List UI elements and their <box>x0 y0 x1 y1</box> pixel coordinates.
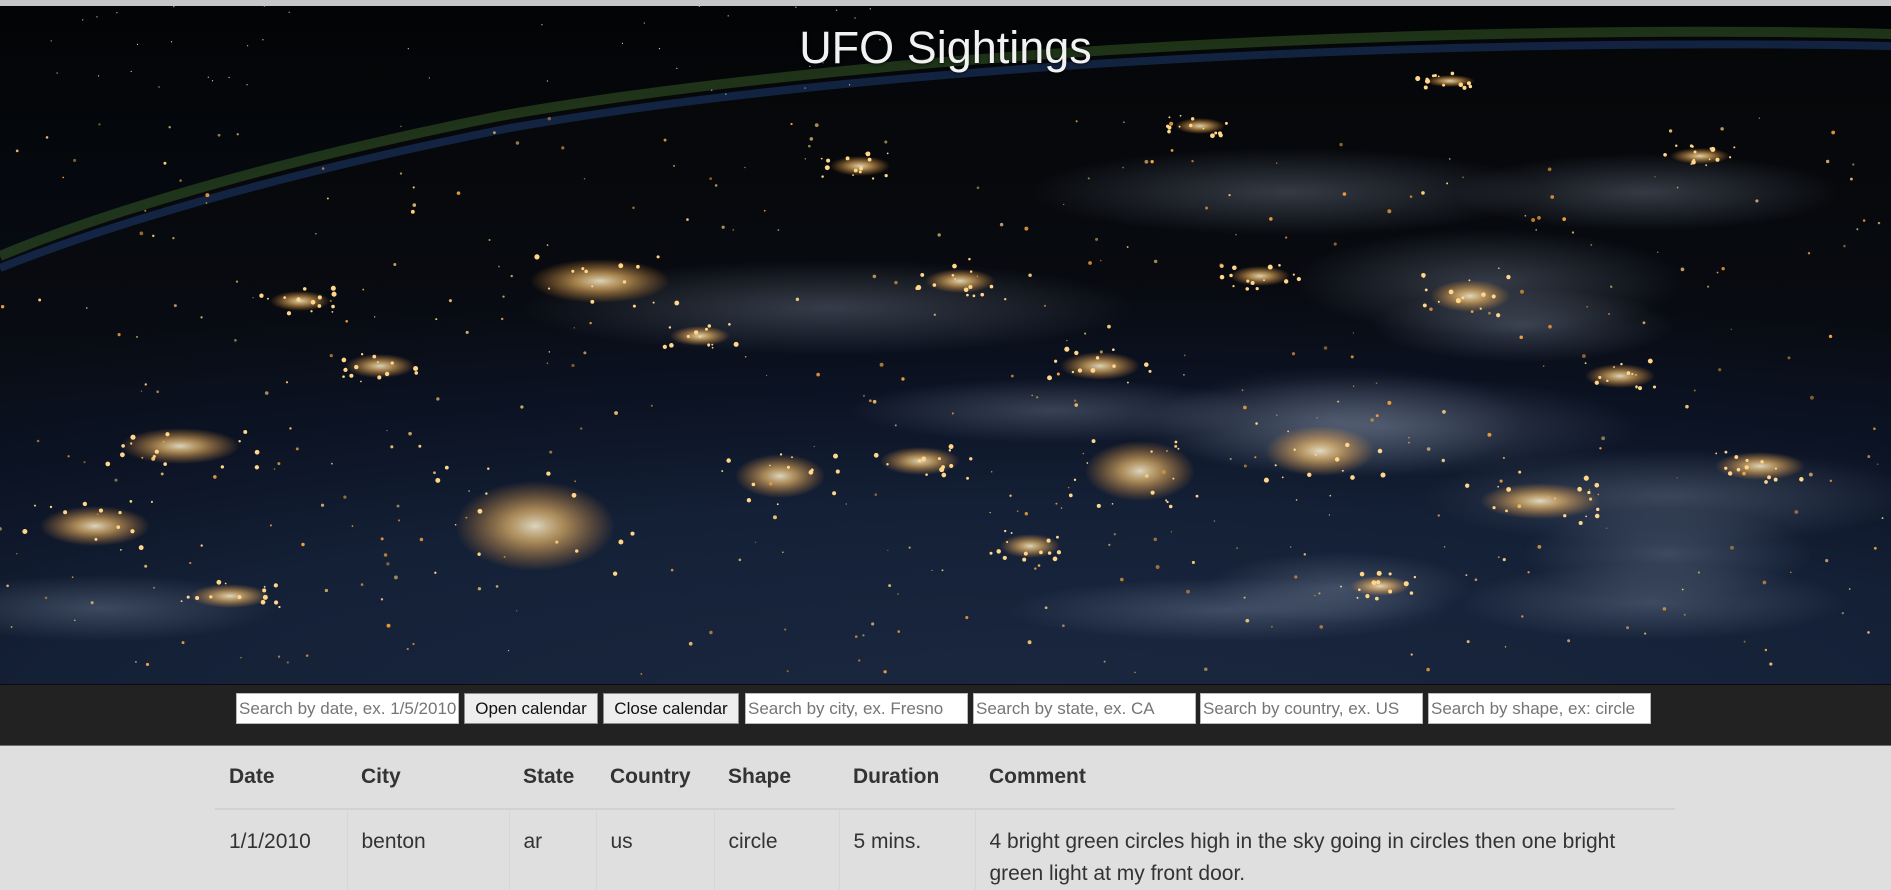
close-calendar-button[interactable]: Close calendar <box>603 693 739 724</box>
state-search-input[interactable] <box>973 693 1196 724</box>
column-header-shape[interactable]: Shape <box>714 746 839 810</box>
table-row: 1/1/2010 benton ar us circle 5 mins. 4 b… <box>215 809 1675 890</box>
shape-search-input[interactable] <box>1428 693 1651 724</box>
filter-toolbar: Open calendar Close calendar <box>0 684 1891 746</box>
earth-at-night-image <box>0 6 1891 675</box>
column-header-state[interactable]: State <box>509 746 596 810</box>
cell-duration: 5 mins. <box>838 809 975 890</box>
sightings-table: Date City State Country Shape Duration C… <box>215 746 1675 890</box>
cell-country: us <box>595 809 714 890</box>
cell-shape: circle <box>713 809 839 890</box>
cell-city: benton <box>346 809 509 890</box>
column-header-country[interactable]: Country <box>596 746 714 810</box>
page-title: UFO Sightings <box>799 22 1092 73</box>
open-calendar-button[interactable]: Open calendar <box>464 693 598 724</box>
date-search-input[interactable] <box>236 693 459 724</box>
cell-date: 1/1/2010 <box>229 830 311 853</box>
cell-state: ar <box>508 809 596 890</box>
column-header-duration[interactable]: Duration <box>839 746 975 810</box>
column-header-city[interactable]: City <box>347 746 509 810</box>
cell-comment: 4 bright green circles high in the sky g… <box>974 809 1675 890</box>
column-header-date[interactable]: Date <box>215 746 347 810</box>
column-header-comment[interactable]: Comment <box>975 746 1675 810</box>
table-header-row: Date City State Country Shape Duration C… <box>215 746 1675 810</box>
page: UFO Sightings Open calendar Close calend… <box>0 0 1891 890</box>
hero-banner: UFO Sightings <box>0 6 1891 684</box>
table-body: 1/1/2010 benton ar us circle 5 mins. 4 b… <box>215 809 1675 890</box>
city-search-input[interactable] <box>745 693 968 724</box>
country-search-input[interactable] <box>1200 693 1423 724</box>
table-header: Date City State Country Shape Duration C… <box>215 746 1675 810</box>
